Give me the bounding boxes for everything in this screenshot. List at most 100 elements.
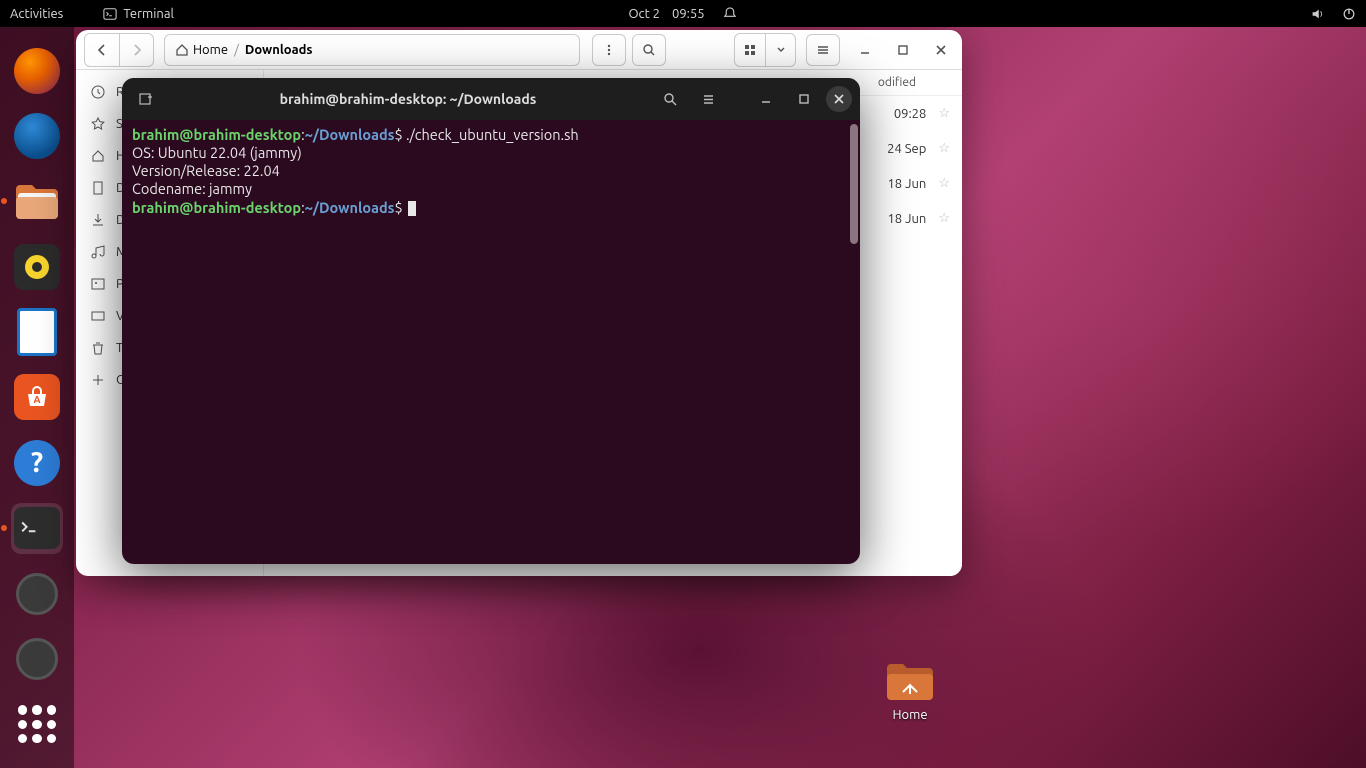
crumb-current-label: Downloads (245, 43, 313, 57)
terminal-line: Version/Release: 22.04 (132, 162, 850, 180)
dock-disk2[interactable] (11, 633, 63, 684)
activities-button[interactable]: Activities (10, 7, 63, 21)
hamburger-button[interactable] (806, 34, 840, 66)
thunderbird-icon (14, 113, 60, 159)
view-grid-button[interactable] (735, 34, 765, 66)
files-minimize-button[interactable] (852, 37, 878, 63)
desktop-home-label: Home (880, 708, 940, 722)
terminal-title: brahim@brahim-desktop: ~/Downloads (168, 91, 648, 107)
rhythmbox-icon (14, 244, 60, 290)
terminal-search-button[interactable] (654, 84, 686, 114)
download-icon (90, 212, 106, 228)
nav-forward-button[interactable] (119, 34, 153, 66)
top-panel: Activities Terminal Oct 2 09:55 (0, 0, 1366, 27)
crumb-home[interactable]: Home (175, 43, 228, 57)
writer-icon (17, 308, 57, 356)
search-icon (663, 92, 678, 107)
svg-text:A: A (33, 394, 40, 405)
dock-disk1[interactable] (11, 568, 63, 619)
path-menu-button[interactable] (592, 34, 626, 66)
dock-show-apps[interactable] (11, 699, 63, 750)
crumb-downloads[interactable]: Downloads (245, 43, 313, 57)
terminal-content[interactable]: brahim@brahim-desktop:~/Downloads$ ./che… (122, 120, 860, 564)
software-icon: A (14, 374, 60, 420)
chevron-left-icon (95, 43, 109, 57)
terminal-line: OS: Ubuntu 22.04 (jammy) (132, 144, 850, 162)
date-label: Oct 2 (628, 7, 660, 21)
files-close-button[interactable] (928, 37, 954, 63)
dock-help[interactable]: ? (11, 437, 63, 488)
view-switcher (734, 33, 796, 67)
maximize-icon (798, 93, 810, 105)
star-button[interactable]: ☆ (938, 211, 950, 226)
star-button[interactable]: ☆ (938, 141, 950, 156)
dock-writer[interactable] (11, 306, 63, 357)
plus-icon (90, 372, 106, 388)
image-icon (90, 276, 106, 292)
terminal-minimize-button[interactable] (750, 84, 782, 114)
maximize-icon (897, 44, 909, 56)
video-icon (90, 308, 106, 324)
view-dropdown-button[interactable] (765, 34, 795, 66)
star-button[interactable]: ☆ (938, 176, 950, 191)
close-icon (935, 44, 947, 56)
clock-icon (90, 84, 106, 100)
apps-grid-icon (18, 705, 56, 743)
dock-software[interactable]: A (11, 372, 63, 423)
files-maximize-button[interactable] (890, 37, 916, 63)
firefox-icon (14, 48, 60, 94)
close-icon (833, 93, 845, 105)
terminal-line: Codename: jammy (132, 180, 850, 198)
crumb-home-label: Home (193, 43, 228, 57)
notification-icon (723, 6, 738, 21)
help-icon: ? (14, 440, 60, 486)
star-button[interactable]: ☆ (938, 106, 950, 121)
app-menu-label: Terminal (123, 7, 174, 21)
terminal-headerbar: brahim@brahim-desktop: ~/Downloads (122, 78, 860, 120)
new-tab-button[interactable] (130, 84, 162, 114)
chevron-down-icon (776, 45, 786, 55)
files-headerbar: Home / Downloads (76, 30, 962, 70)
clock[interactable]: Oct 2 09:55 (628, 6, 737, 21)
terminal-scrollbar[interactable] (850, 124, 858, 244)
home-icon (90, 148, 106, 164)
star-icon (90, 116, 106, 132)
crumb-sep: / (234, 43, 239, 57)
power-icon[interactable] (1342, 7, 1356, 21)
folder-icon (885, 660, 935, 702)
dock-firefox[interactable] (11, 45, 63, 96)
terminal-menu-icon (103, 7, 117, 21)
dock-rhythmbox[interactable] (11, 241, 63, 292)
disk-icon (16, 638, 58, 680)
chevron-right-icon (130, 43, 144, 57)
dock-thunderbird[interactable] (11, 110, 63, 161)
trash-icon (90, 340, 106, 356)
hamburger-icon (816, 43, 830, 57)
hamburger-icon (701, 92, 716, 107)
terminal-close-button[interactable] (826, 86, 852, 112)
dock-files[interactable] (11, 176, 63, 227)
volume-icon[interactable] (1310, 7, 1324, 21)
time-label: 09:55 (672, 7, 705, 21)
terminal-maximize-button[interactable] (788, 84, 820, 114)
home-icon (175, 43, 189, 57)
music-icon (90, 244, 106, 260)
app-menu[interactable]: Terminal (103, 7, 174, 21)
files-icon (14, 181, 60, 221)
nav-back-button[interactable] (85, 34, 119, 66)
search-button[interactable] (632, 34, 666, 66)
disk-icon (16, 573, 58, 615)
dock-terminal[interactable] (11, 503, 63, 554)
kebab-icon (602, 43, 616, 57)
desktop-home-folder[interactable]: Home (880, 660, 940, 722)
terminal-menu-button[interactable] (692, 84, 724, 114)
minimize-icon (760, 93, 772, 105)
terminal-cursor (408, 201, 416, 216)
minimize-icon (859, 44, 871, 56)
dock: A ? (0, 27, 74, 768)
terminal-line: brahim@brahim-desktop:~/Downloads$ (132, 199, 850, 217)
document-icon (90, 180, 106, 196)
pathbar[interactable]: Home / Downloads (164, 34, 580, 66)
new-tab-icon (138, 91, 154, 107)
search-icon (642, 43, 656, 57)
